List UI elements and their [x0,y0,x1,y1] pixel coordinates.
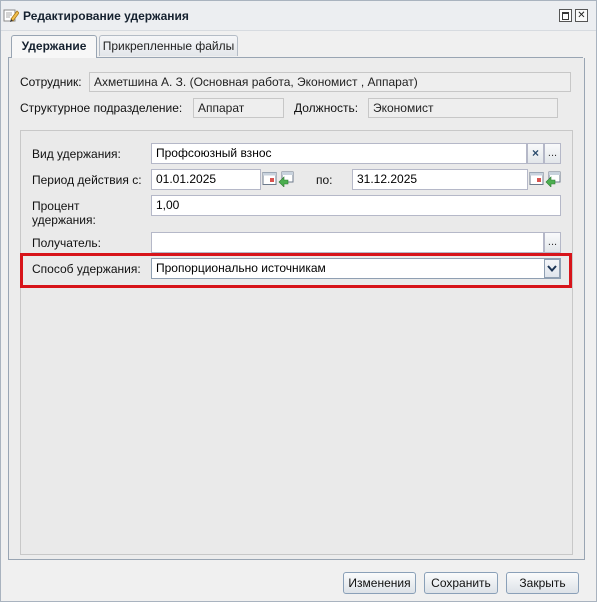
calendar-icon[interactable] [529,171,545,187]
edit-deduction-window: Редактирование удержания ✕ Удержание При… [0,0,597,602]
percent-input[interactable]: 1,00 [151,195,561,216]
edit-pencil-icon [3,9,19,22]
tab-deduction[interactable]: Удержание [11,35,97,58]
recipient-input[interactable] [151,232,544,253]
percent-label-line2: удержания: [32,213,96,227]
percent-label-line1: Процент [32,199,80,213]
deduction-type-input[interactable]: Профсоюзный взнос [151,143,527,164]
save-button[interactable]: Сохранить [424,572,498,594]
employee-field: Ахметшина А. З. (Основная работа, Эконом… [89,72,571,92]
deduction-tab-panel: Сотрудник: Ахметшина А. З. (Основная раб… [8,58,585,560]
close-window-button[interactable]: ✕ [575,9,588,22]
close-icon: ✕ [577,10,586,21]
clear-deduction-type-button[interactable]: × [527,143,544,164]
employee-label: Сотрудник: [20,75,82,89]
calendar-arrow-icon[interactable] [545,171,561,187]
window-titlebar: Редактирование удержания ✕ [1,1,596,31]
recipient-label: Получатель: [32,236,101,250]
clear-icon: × [531,146,539,160]
calendar-icon[interactable] [262,171,278,187]
period-to-input[interactable]: 31.12.2025 [352,169,528,190]
period-from-input[interactable]: 01.01.2025 [151,169,261,190]
deduction-form: Вид удержания: Профсоюзный взнос × ... П… [20,130,573,555]
close-button[interactable]: Закрыть [506,572,579,594]
period-to-label: по: [316,173,333,187]
tab-strip: Удержание Прикрепленные файлы [8,35,583,58]
select-recipient-button[interactable]: ... [544,232,561,253]
department-field: Аппарат [193,98,284,118]
position-field: Экономист [368,98,558,118]
highlight-frame [20,253,572,288]
tab-attached-files[interactable]: Прикрепленные файлы [99,35,238,56]
select-deduction-type-button[interactable]: ... [544,143,561,164]
window-title: Редактирование удержания [23,9,189,23]
deduction-type-label: Вид удержания: [32,147,121,161]
department-label: Структурное подразделение: [20,101,183,115]
period-from-label: Период действия с: [32,173,142,187]
calendar-arrow-icon[interactable] [278,171,294,187]
ellipsis-icon: ... [547,236,558,248]
position-label: Должность: [294,101,359,115]
maximize-button[interactable] [559,9,572,22]
ellipsis-icon: ... [547,147,558,159]
changes-button[interactable]: Изменения [343,572,416,594]
